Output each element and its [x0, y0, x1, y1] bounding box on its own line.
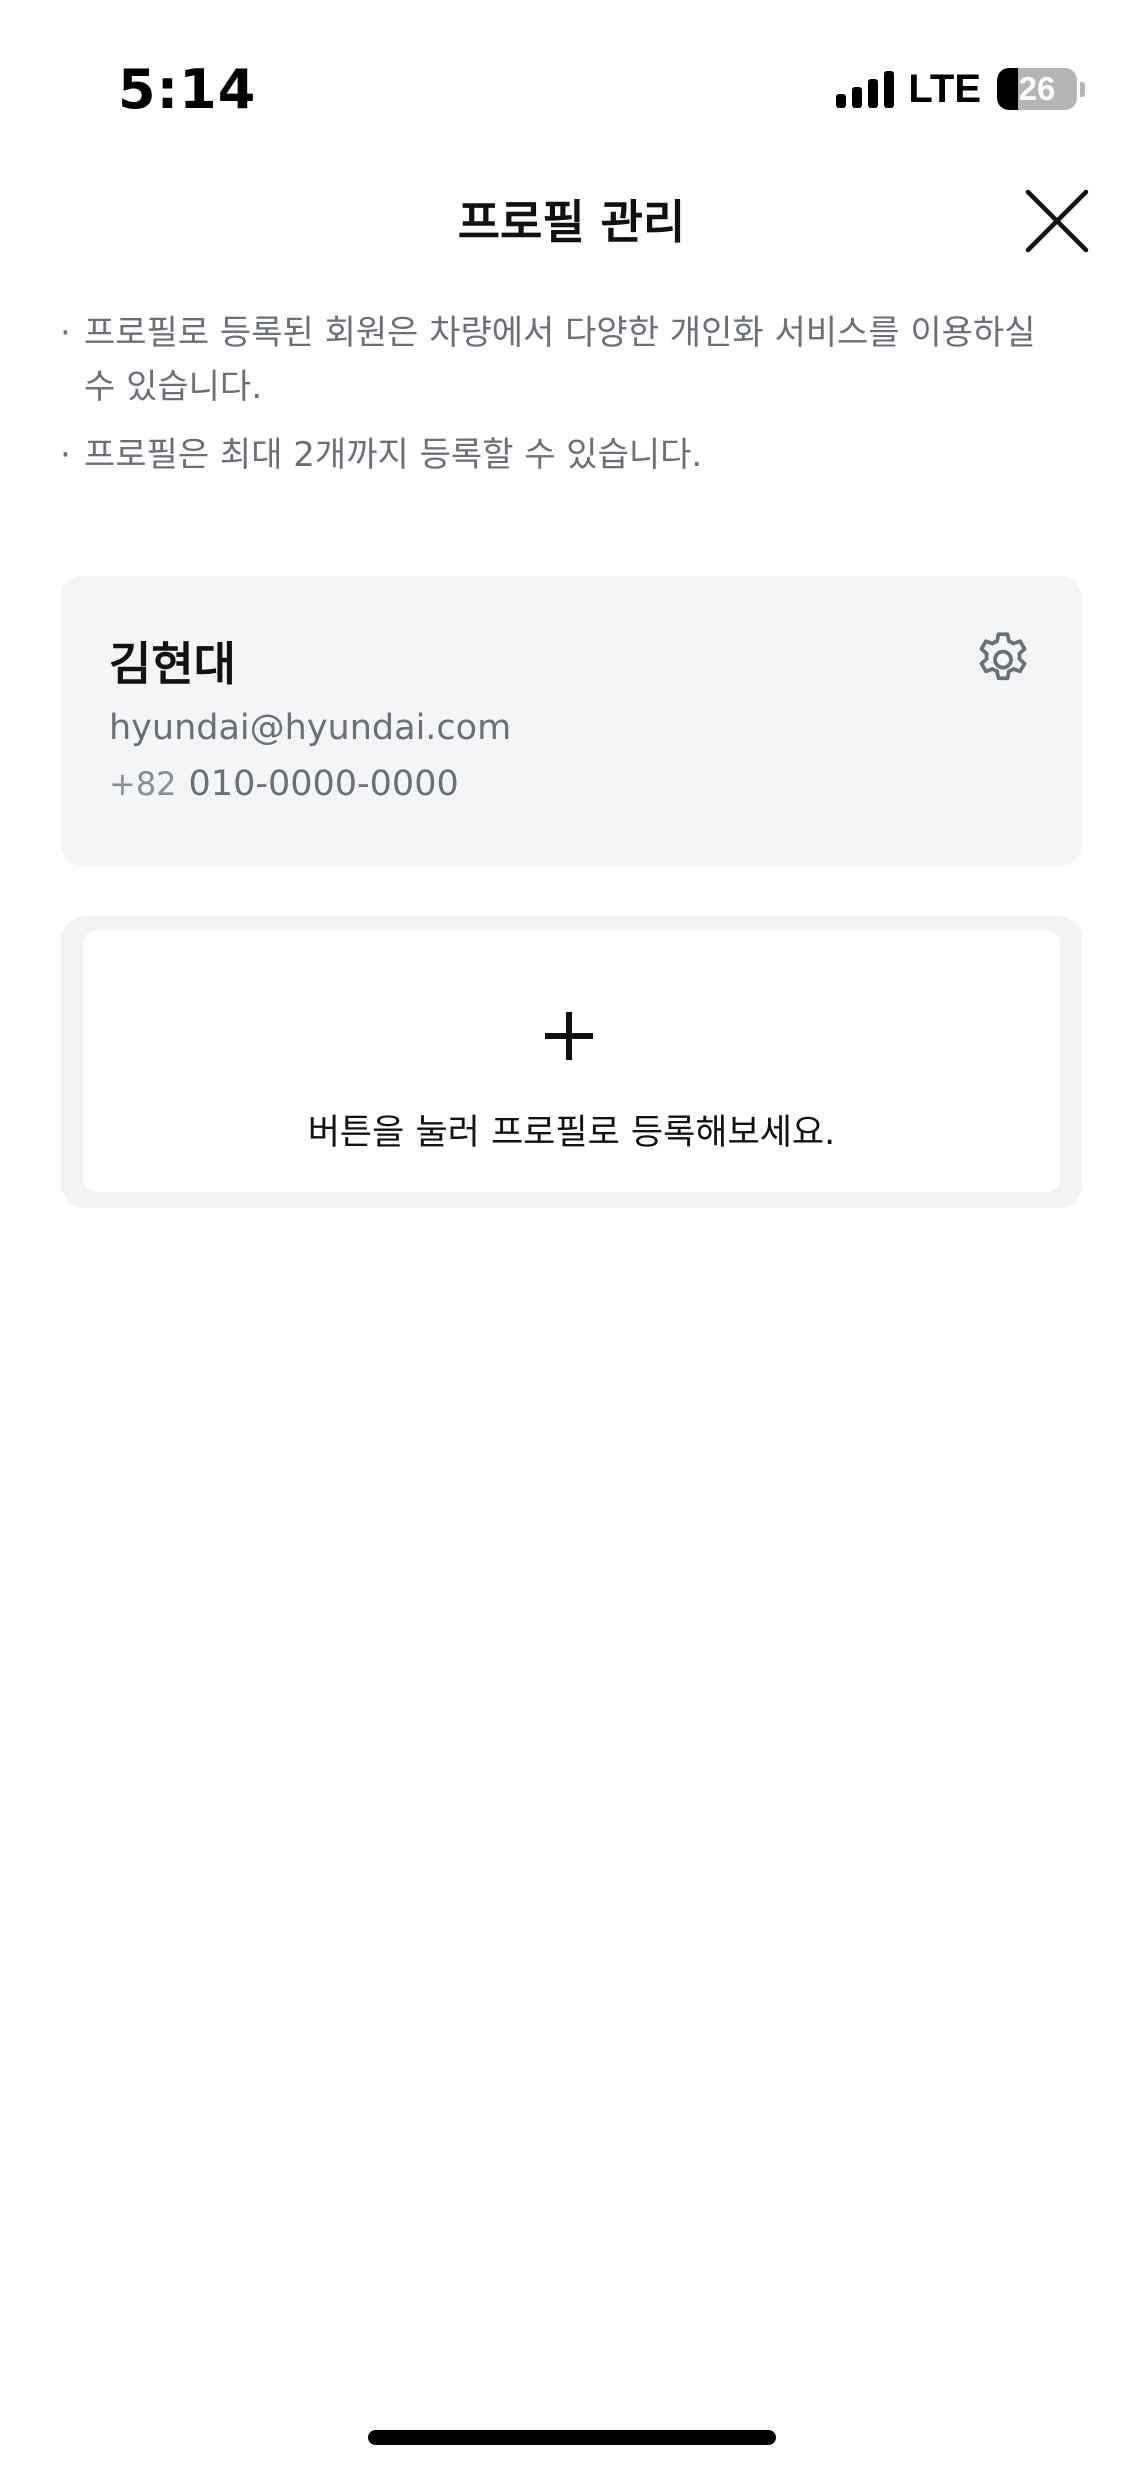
notice-text: 프로필로 등록된 회원은 차량에서 다양한 개인화 서비스를 이용하실 수 있습… [84, 313, 1036, 407]
battery-percent: 26 [1018, 70, 1056, 107]
battery-cap [1080, 81, 1085, 97]
notice-bullet: · [60, 313, 71, 353]
status-bar: 5:14 LTE 26 [0, 0, 1143, 150]
phone-number: 010-0000-0000 [188, 764, 459, 804]
network-type: LTE [908, 66, 981, 111]
notice-list: · 프로필로 등록된 회원은 차량에서 다양한 개인화 서비스를 이용하실 수 … [60, 306, 1050, 496]
profile-card[interactable]: 김현대 hyundai@hyundai.com +82 010-0000-0000 [61, 576, 1082, 866]
profile-name: 김현대 [109, 637, 236, 691]
status-time: 5:14 [118, 58, 257, 121]
page-title: 프로필 관리 [457, 195, 686, 249]
notice-item: · 프로필로 등록된 회원은 차량에서 다양한 개인화 서비스를 이용하실 수 … [60, 306, 1050, 414]
profile-settings-button[interactable] [971, 626, 1035, 690]
profile-email: hyundai@hyundai.com [109, 708, 512, 748]
notice-bullet: · [60, 435, 71, 475]
close-icon [1025, 189, 1089, 253]
notice-item: · 프로필은 최대 2개까지 등록할 수 있습니다. [60, 428, 1050, 482]
notice-text: 프로필은 최대 2개까지 등록할 수 있습니다. [84, 435, 703, 475]
profile-phone: +82 010-0000-0000 [109, 764, 459, 804]
signal-strength-icon [836, 70, 895, 108]
add-profile-button[interactable]: 버튼을 눌러 프로필로 등록해보세요. [83, 930, 1060, 1192]
battery-level-fill [997, 68, 1018, 110]
plus-icon [545, 1012, 593, 1060]
close-button[interactable] [1022, 186, 1092, 256]
phone-country-code: +82 [109, 765, 177, 803]
battery-icon: 26 [997, 68, 1077, 110]
gear-icon [979, 632, 1027, 681]
home-indicator[interactable] [368, 2430, 776, 2445]
add-profile-card: 버튼을 눌러 프로필로 등록해보세요. [61, 916, 1082, 1208]
status-indicators: LTE 26 [836, 64, 1085, 114]
add-profile-label: 버튼을 눌러 프로필로 등록해보세요. [307, 1113, 836, 1153]
